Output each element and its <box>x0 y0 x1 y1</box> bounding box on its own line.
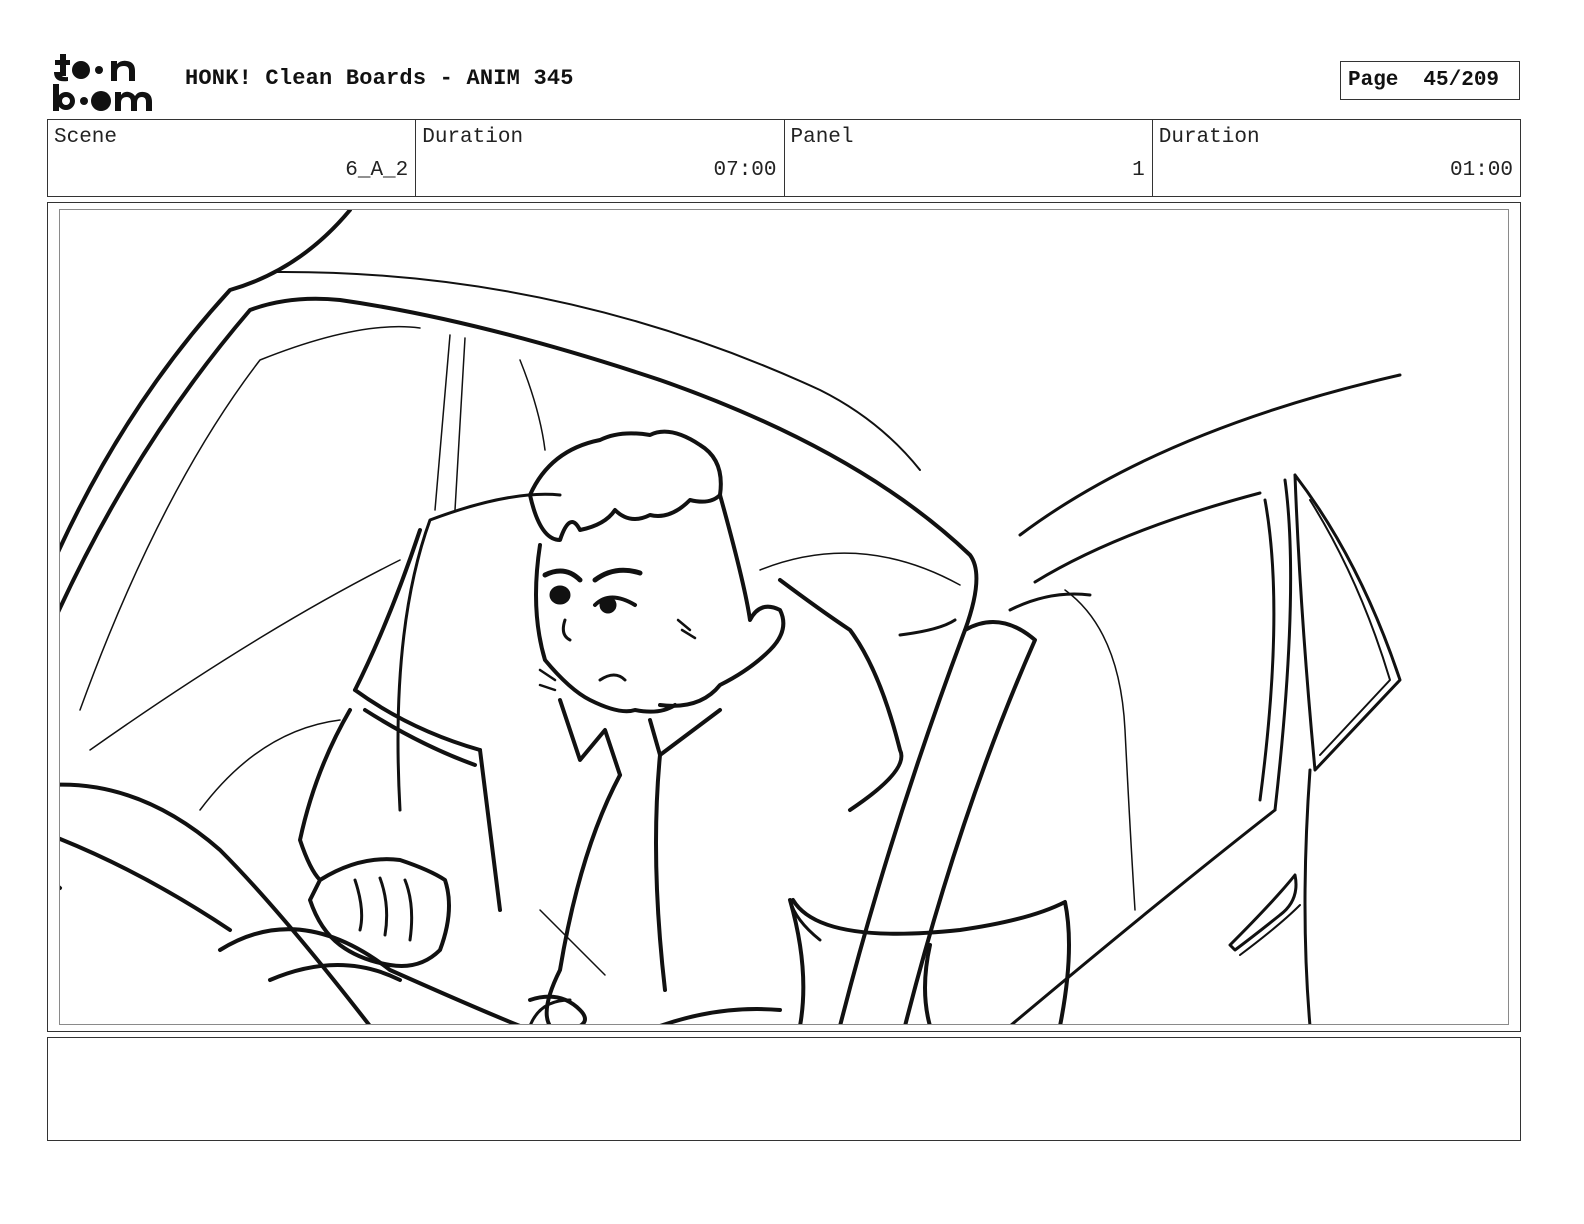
scene-value: 6_A_2 <box>345 159 409 182</box>
man-driving-car-drawing <box>60 210 1402 1024</box>
scene-duration-value: 07:00 <box>713 159 777 182</box>
panel-cell: Panel 1 <box>785 120 1153 196</box>
page-indicator: Page 45/209 <box>1340 61 1520 100</box>
scene-duration-label: Duration <box>422 126 524 149</box>
panel-label: Panel <box>790 126 854 149</box>
toon-boom-logo <box>53 54 152 111</box>
page-number: 45/209 <box>1423 69 1500 92</box>
document-title: HONK! Clean Boards - ANIM 345 <box>185 66 574 91</box>
storyboard-panel-image <box>59 209 1509 1025</box>
panel-value: 1 <box>1132 159 1145 182</box>
panel-notes-box <box>47 1037 1521 1141</box>
scene-duration-cell: Duration 07:00 <box>416 120 785 196</box>
scene-cell: Scene 6_A_2 <box>48 120 417 196</box>
panel-duration-label: Duration <box>1158 126 1260 149</box>
page-label: Page <box>1348 69 1399 92</box>
scene-info-row: Scene 6_A_2 Duration 07:00 Panel 1 Durat… <box>47 119 1521 197</box>
panel-duration-value: 01:00 <box>1449 159 1513 182</box>
scene-label: Scene <box>54 126 118 149</box>
panel-duration-cell: Duration 01:00 <box>1153 120 1520 196</box>
